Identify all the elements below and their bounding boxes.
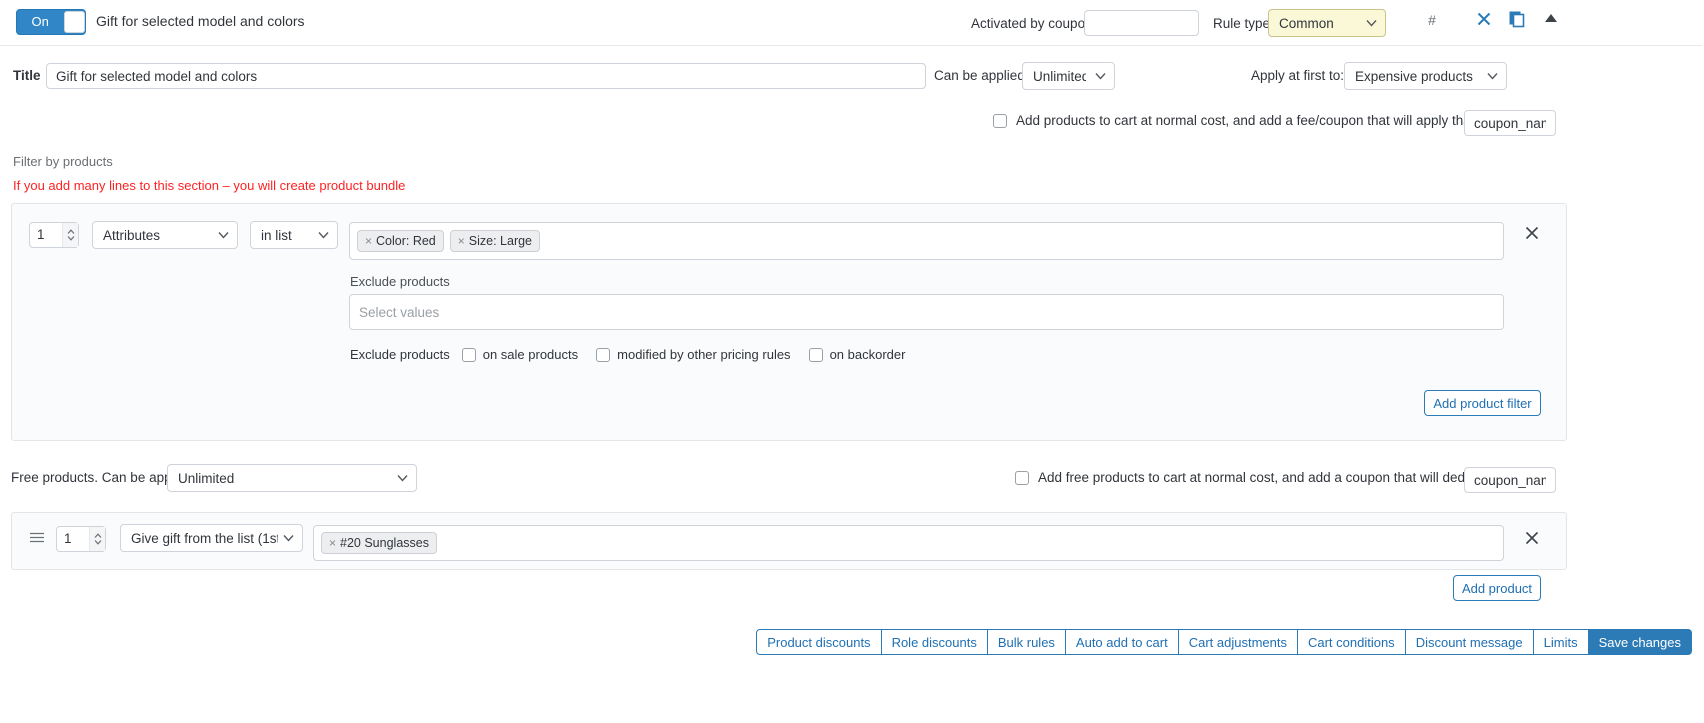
footer-button-role-discounts[interactable]: Role discounts: [880, 629, 988, 655]
footer-button-product-discounts[interactable]: Product discounts: [756, 629, 882, 655]
free-products-applied-select-wrap: Unlimited: [167, 464, 417, 492]
filter-condition-select-wrap: in list: [250, 221, 338, 249]
footer-button-auto-add-to-cart[interactable]: Auto add to cart: [1064, 629, 1179, 655]
collapse-up-icon[interactable]: [1544, 12, 1558, 24]
apply-at-first-select[interactable]: Expensive products: [1344, 62, 1507, 90]
can-be-applied-label: Can be applied: [934, 68, 1025, 83]
rule-type-label: Rule type: [1213, 16, 1271, 31]
add-product-button[interactable]: Add product: [1453, 575, 1541, 601]
exclude-option-backorder[interactable]: on backorder: [808, 347, 906, 362]
apply-at-first-label: Apply at first to:: [1251, 68, 1345, 83]
exclude-option-modified[interactable]: modified by other pricing rules: [596, 347, 791, 362]
rule-type-select[interactable]: Common: [1268, 9, 1386, 37]
stepper-arrows-icon[interactable]: [62, 223, 78, 247]
gift-products-tokenfield[interactable]: × #20 Sunglasses: [313, 525, 1504, 561]
normal-cost-coupon-input[interactable]: [1464, 110, 1556, 136]
free-products-applied-select[interactable]: Unlimited: [167, 464, 417, 492]
toggle-label: On: [31, 14, 49, 29]
filter-tag[interactable]: × Color: Red: [357, 230, 444, 252]
free-products-normal-cost-checkbox[interactable]: [1015, 470, 1029, 485]
free-products-coupon-input[interactable]: [1464, 467, 1556, 493]
activated-by-coupon-label: Activated by coupon: [971, 16, 1093, 31]
exclude-modified-label: modified by other pricing rules: [617, 347, 791, 362]
gift-quantity-stepper[interactable]: 1: [56, 526, 106, 552]
filter-bundle-warning: If you add many lines to this section – …: [13, 178, 406, 193]
tag-remove-icon[interactable]: ×: [365, 234, 372, 248]
can-be-applied-select-wrap: Unlimited: [1022, 62, 1115, 90]
tag-label: Color: Red: [376, 234, 436, 248]
gift-tag[interactable]: × #20 Sunglasses: [321, 532, 437, 554]
normal-cost-checkbox[interactable]: [993, 113, 1007, 128]
filter-condition-select[interactable]: in list: [250, 221, 338, 249]
exclude-backorder-label: on backorder: [829, 347, 906, 362]
exclude-options-lead-label: Exclude products: [350, 347, 450, 362]
footer-button-bulk-rules[interactable]: Bulk rules: [986, 629, 1066, 655]
gift-mode-select-wrap: Give gift from the list (1st: [120, 524, 303, 552]
filter-quantity-value: 1: [37, 227, 45, 242]
free-products-label: Free products. Can be applied: [11, 470, 193, 485]
apply-at-first-select-wrap: Expensive products: [1344, 62, 1507, 90]
can-be-applied-select[interactable]: Unlimited: [1022, 62, 1115, 90]
normal-cost-row: Add products to cart at normal cost, and…: [993, 113, 1503, 128]
copy-icon[interactable]: [1508, 10, 1526, 28]
add-product-filter-button[interactable]: Add product filter: [1424, 390, 1541, 416]
filter-by-products-label: Filter by products: [13, 154, 113, 169]
exclude-products-input[interactable]: [349, 294, 1504, 330]
filter-quantity-stepper[interactable]: 1: [29, 222, 79, 248]
footer-button-cart-adjustments[interactable]: Cart adjustments: [1177, 629, 1298, 655]
remove-filter-row-icon[interactable]: [1524, 225, 1540, 241]
save-changes-button[interactable]: Save changes: [1587, 629, 1692, 655]
filter-source-select[interactable]: Attributes: [92, 221, 238, 249]
free-products-normal-cost-row: Add free products to cart at normal cost…: [1015, 470, 1542, 485]
exclude-options-row: Exclude products on sale products modifi…: [350, 347, 923, 362]
normal-cost-label: Add products to cart at normal cost, and…: [1016, 113, 1504, 128]
close-icon[interactable]: [1475, 10, 1493, 28]
footer-button-bar: Product discounts Role discounts Bulk ru…: [0, 625, 1704, 659]
exclude-backorder-checkbox[interactable]: [808, 347, 823, 362]
footer-button-discount-message[interactable]: Discount message: [1404, 629, 1534, 655]
gift-quantity-value: 1: [64, 531, 72, 546]
toggle-knob: [64, 11, 85, 33]
rule-enabled-toggle[interactable]: On: [16, 9, 86, 35]
exclude-option-on-sale[interactable]: on sale products: [461, 347, 579, 362]
activated-by-coupon-input[interactable]: [1084, 10, 1199, 36]
tag-remove-icon[interactable]: ×: [329, 536, 336, 550]
filter-tag[interactable]: × Size: Large: [449, 230, 541, 252]
tag-label: Size: Large: [468, 234, 533, 248]
filter-source-select-wrap: Attributes: [92, 221, 238, 249]
rule-header-title: Gift for selected model and colors: [96, 13, 305, 29]
footer-button-cart-conditions[interactable]: Cart conditions: [1296, 629, 1406, 655]
filter-values-tokenfield[interactable]: × Color: Red × Size: Large: [349, 222, 1504, 260]
tag-label: #20 Sunglasses: [340, 536, 429, 550]
title-label: Title: [13, 68, 41, 83]
gift-mode-select[interactable]: Give gift from the list (1st: [120, 524, 303, 552]
exclude-modified-checkbox[interactable]: [596, 347, 611, 362]
title-input[interactable]: [46, 63, 926, 89]
drag-handle-icon[interactable]: [29, 531, 45, 543]
stepper-arrows-icon[interactable]: [89, 527, 105, 551]
rule-type-select-wrap: Common: [1268, 9, 1386, 37]
footer-button-limits[interactable]: Limits: [1532, 629, 1589, 655]
exclude-on-sale-label: on sale products: [482, 347, 579, 362]
tag-remove-icon[interactable]: ×: [458, 234, 465, 248]
hash-icon[interactable]: #: [1424, 12, 1440, 28]
remove-gift-row-icon[interactable]: [1524, 530, 1540, 546]
exclude-products-label: Exclude products: [350, 274, 450, 289]
rule-header-bar: On Gift for selected model and colors Ac…: [0, 0, 1704, 46]
exclude-on-sale-checkbox[interactable]: [461, 347, 476, 362]
